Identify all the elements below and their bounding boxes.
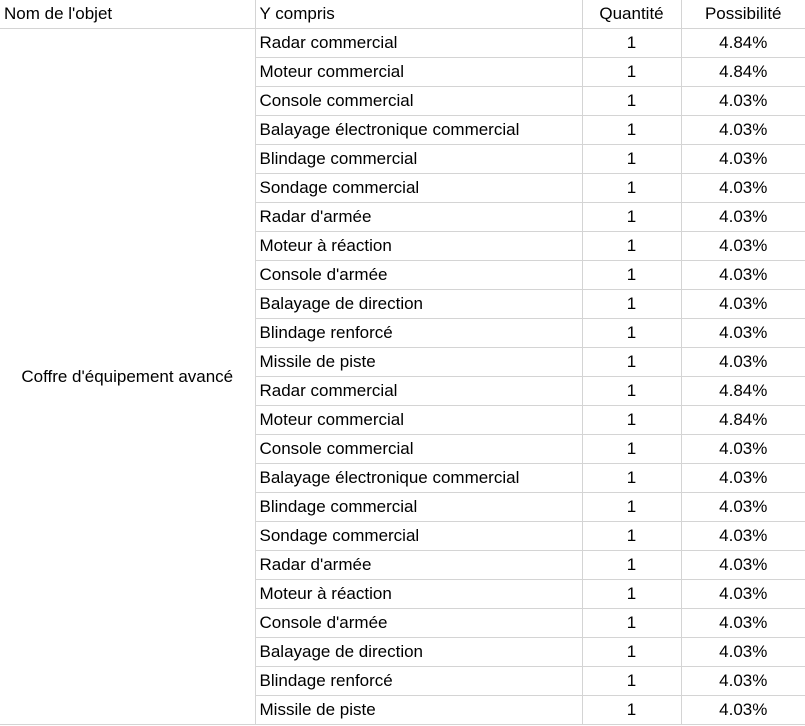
quantity-cell: 1	[581, 376, 682, 406]
header-chance: Possibilité	[680, 0, 805, 29]
quantity-cell: 1	[581, 115, 682, 145]
quantity-cell: 1	[581, 144, 682, 174]
header-included: Y compris	[254, 0, 583, 29]
chance-cell: 4.03%	[680, 231, 805, 261]
quantity-cell: 1	[581, 318, 682, 348]
included-item-cell: Balayage électronique commercial	[255, 115, 583, 145]
included-item-cell: Sondage commercial	[255, 173, 583, 203]
header-quantity: Quantité	[581, 0, 682, 29]
item-name-cell: Coffre d'équipement avancé	[0, 28, 256, 725]
quantity-cell: 1	[581, 347, 682, 377]
quantity-cell: 1	[581, 695, 682, 725]
included-item-cell: Balayage électronique commercial	[255, 463, 583, 493]
chance-cell: 4.03%	[680, 695, 805, 725]
quantity-cell: 1	[581, 579, 682, 609]
included-item-cell: Missile de piste	[255, 347, 583, 377]
quantity-cell: 1	[581, 57, 682, 87]
chance-cell: 4.03%	[680, 521, 805, 551]
included-item-cell: Radar d'armée	[255, 550, 583, 580]
chance-cell: 4.84%	[680, 28, 805, 58]
chance-cell: 4.03%	[680, 347, 805, 377]
included-item-cell: Console commercial	[255, 434, 583, 464]
quantity-cell: 1	[581, 492, 682, 522]
chance-cell: 4.03%	[680, 666, 805, 696]
loot-table: Nom de l'objet Y compris Quantité Possib…	[0, 0, 805, 725]
included-item-cell: Blindage commercial	[255, 492, 583, 522]
chance-cell: 4.03%	[680, 492, 805, 522]
quantity-cell: 1	[581, 463, 682, 493]
header-row: Nom de l'objet Y compris Quantité Possib…	[0, 0, 805, 29]
included-item-cell: Blindage renforcé	[255, 318, 583, 348]
quantity-cell: 1	[581, 405, 682, 435]
chance-cell: 4.03%	[680, 318, 805, 348]
quantity-cell: 1	[581, 434, 682, 464]
quantity-cell: 1	[581, 521, 682, 551]
quantity-cell: 1	[581, 608, 682, 638]
quantity-cell: 1	[581, 86, 682, 116]
chance-cell: 4.03%	[680, 202, 805, 232]
header-item-name: Nom de l'objet	[0, 0, 256, 29]
chance-cell: 4.03%	[680, 260, 805, 290]
quantity-cell: 1	[581, 173, 682, 203]
included-item-cell: Balayage de direction	[255, 637, 583, 667]
quantity-cell: 1	[581, 260, 682, 290]
included-item-cell: Missile de piste	[255, 695, 583, 725]
included-item-cell: Radar commercial	[254, 28, 583, 58]
chance-cell: 4.03%	[680, 608, 805, 638]
included-item-cell: Blindage renforcé	[255, 666, 583, 696]
included-item-cell: Moteur à réaction	[255, 579, 583, 609]
chance-cell: 4.84%	[680, 376, 805, 406]
quantity-cell: 1	[581, 289, 682, 319]
included-item-cell: Sondage commercial	[255, 521, 583, 551]
quantity-cell: 1	[581, 666, 682, 696]
chance-cell: 4.03%	[680, 115, 805, 145]
included-item-cell: Radar d'armée	[255, 202, 583, 232]
quantity-cell: 1	[581, 202, 682, 232]
included-item-cell: Console commercial	[255, 86, 583, 116]
chance-cell: 4.03%	[680, 289, 805, 319]
included-item-cell: Moteur commercial	[255, 405, 583, 435]
chance-cell: 4.03%	[680, 86, 805, 116]
chance-cell: 4.03%	[680, 463, 805, 493]
table-header: Nom de l'objet Y compris Quantité Possib…	[0, 0, 805, 29]
chance-cell: 4.03%	[680, 173, 805, 203]
chance-cell: 4.03%	[680, 434, 805, 464]
quantity-cell: 1	[581, 550, 682, 580]
chance-cell: 4.03%	[680, 637, 805, 667]
quantity-cell: 1	[581, 637, 682, 667]
included-item-cell: Blindage commercial	[255, 144, 583, 174]
included-item-cell: Console d'armée	[255, 260, 583, 290]
quantity-cell: 1	[581, 28, 682, 58]
quantity-cell: 1	[581, 231, 682, 261]
chance-cell: 4.84%	[680, 57, 805, 87]
included-item-cell: Radar commercial	[255, 376, 583, 406]
included-item-cell: Moteur commercial	[255, 57, 583, 87]
included-item-cell: Console d'armée	[255, 608, 583, 638]
included-item-cell: Balayage de direction	[255, 289, 583, 319]
included-item-cell: Moteur à réaction	[255, 231, 583, 261]
table-row: Coffre d'équipement avancé Radar commerci…	[0, 28, 805, 725]
chance-cell: 4.03%	[680, 579, 805, 609]
chance-cell: 4.03%	[680, 550, 805, 580]
chance-cell: 4.03%	[680, 144, 805, 174]
table-body: Coffre d'équipement avancé Radar commerci…	[0, 28, 805, 725]
chance-cell: 4.84%	[680, 405, 805, 435]
